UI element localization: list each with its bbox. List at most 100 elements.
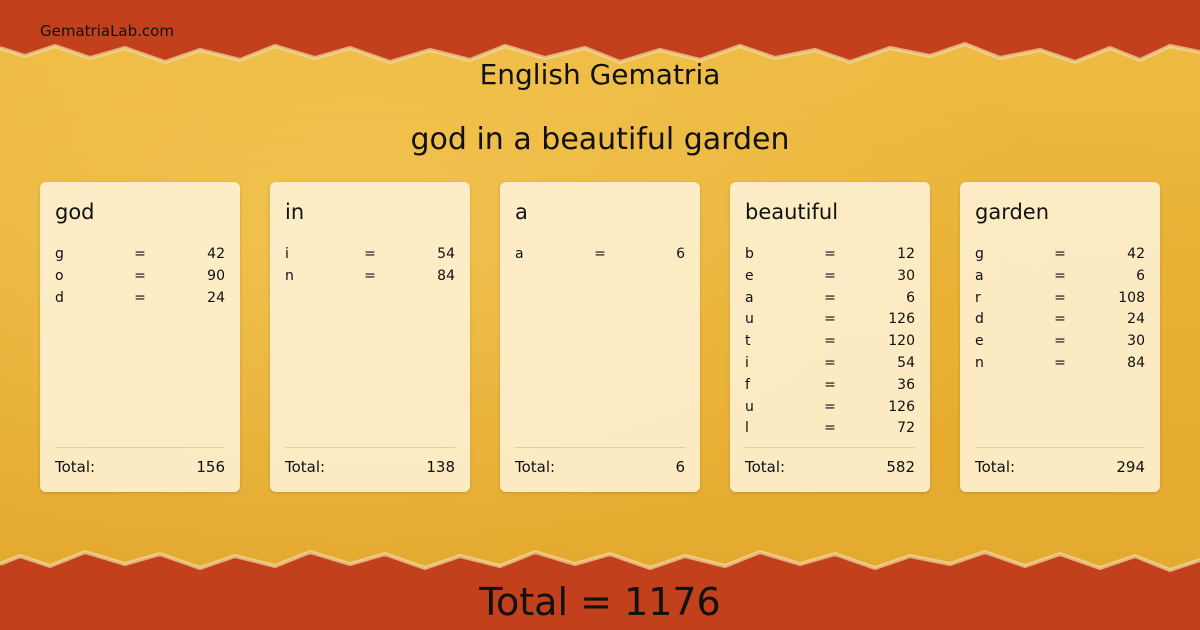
letter-row: e = 30 (745, 266, 915, 288)
letter-row: u = 126 (745, 309, 915, 331)
letter: i (285, 246, 289, 262)
letter-value: 84 (1127, 354, 1145, 371)
total-label: Total: (975, 458, 1016, 476)
letter-value: 126 (888, 311, 915, 328)
page-title: English Gematria (479, 58, 721, 91)
word-card-beautiful: beautiful b = 12 e = 30 a = 6 u = 126 t = 120 i = 54 f = 36 u =… (730, 182, 930, 492)
card-divider (975, 447, 1145, 448)
equals-sign: = (824, 354, 836, 371)
letter-row: n = 84 (975, 353, 1145, 375)
letter-value: 84 (437, 267, 455, 284)
letter-value: 30 (897, 267, 915, 284)
letter-values: i = 54 n = 84 (285, 244, 455, 288)
equals-sign: = (1054, 246, 1066, 262)
letter: l (745, 420, 749, 437)
equals-sign: = (364, 246, 376, 262)
card-total: Total: 156 (55, 458, 225, 476)
letter: e (975, 333, 984, 350)
word-card-in: in i = 54 n = 84 Total: 138 (270, 182, 470, 492)
letter: n (285, 267, 294, 284)
site-name[interactable]: GematriaLab.com (40, 22, 174, 40)
equals-sign: = (824, 333, 836, 350)
total-label: Total: (515, 458, 556, 476)
total-label: Total: (285, 458, 326, 476)
card-word: garden (975, 200, 1050, 224)
letter: u (745, 311, 754, 328)
letter: n (975, 354, 984, 371)
letter-row: g = 42 (55, 244, 225, 266)
card-total: Total: 138 (285, 458, 455, 476)
grand-total: Total = 1176 (479, 580, 721, 624)
letter-row: g = 42 (975, 244, 1145, 266)
letter: e (745, 267, 754, 284)
letter: g (55, 246, 64, 262)
letter-value: 54 (437, 246, 455, 262)
letter-value: 36 (897, 376, 915, 393)
letter-value: 24 (1127, 311, 1145, 328)
letter-row: r = 108 (975, 288, 1145, 310)
letter-value: 108 (1118, 289, 1145, 306)
letter-values: g = 42 a = 6 r = 108 d = 24 e = 30 n = 84 (975, 244, 1145, 375)
letter: a (515, 246, 524, 262)
card-total: Total: 294 (975, 458, 1145, 476)
equals-sign: = (824, 376, 836, 393)
word-card-a: a a = 6 Total: 6 (500, 182, 700, 492)
equals-sign: = (134, 289, 146, 306)
letter-value: 126 (888, 398, 915, 415)
letter-row: l = 72 (745, 418, 915, 440)
letter-row: i = 54 (745, 353, 915, 375)
letter: d (975, 311, 984, 328)
equals-sign: = (1054, 267, 1066, 284)
total-value: 138 (426, 458, 455, 476)
letter: g (975, 246, 984, 262)
equals-sign: = (824, 311, 836, 328)
letter-value: 12 (897, 246, 915, 262)
letter: b (745, 246, 754, 262)
card-divider (515, 447, 685, 448)
total-value: 6 (675, 458, 685, 476)
letter-value: 42 (1127, 246, 1145, 262)
letter: a (745, 289, 754, 306)
equals-sign: = (1054, 354, 1066, 371)
card-divider (285, 447, 455, 448)
letter-row: t = 120 (745, 331, 915, 353)
letter-value: 72 (897, 420, 915, 437)
letter: o (55, 267, 64, 284)
letter-value: 54 (897, 354, 915, 371)
letter: i (745, 354, 749, 371)
letter-value: 120 (888, 333, 915, 350)
letter-row: a = 6 (515, 244, 685, 266)
equals-sign: = (364, 267, 376, 284)
letter-values: b = 12 e = 30 a = 6 u = 126 t = 120 i = 54 f = 36 u = 126 l = 72 (745, 244, 915, 440)
total-value: 582 (886, 458, 915, 476)
letter-value: 6 (906, 289, 915, 306)
total-label: Total: (55, 458, 96, 476)
letter-row: a = 6 (975, 266, 1145, 288)
letter: f (745, 376, 750, 393)
letter-value: 30 (1127, 333, 1145, 350)
letter-value: 90 (207, 267, 225, 284)
letter-values: a = 6 (515, 244, 685, 266)
letter: a (975, 267, 984, 284)
card-word: beautiful (745, 200, 839, 224)
word-card-garden: garden g = 42 a = 6 r = 108 d = 24 e = 30 n = 84 Total: 294 (960, 182, 1160, 492)
equals-sign: = (134, 267, 146, 284)
equals-sign: = (824, 267, 836, 284)
equals-sign: = (824, 398, 836, 415)
equals-sign: = (1054, 311, 1066, 328)
card-word: in (285, 200, 305, 224)
letter-value: 42 (207, 246, 225, 262)
letter-row: f = 36 (745, 375, 915, 397)
letter-value: 24 (207, 289, 225, 306)
letter-row: a = 6 (745, 288, 915, 310)
card-word: a (515, 200, 528, 224)
equals-sign: = (594, 246, 606, 262)
letter-row: o = 90 (55, 266, 225, 288)
letter: u (745, 398, 754, 415)
letter-row: e = 30 (975, 331, 1145, 353)
total-value: 156 (196, 458, 225, 476)
equals-sign: = (134, 246, 146, 262)
card-divider (55, 447, 225, 448)
letter: d (55, 289, 64, 306)
letter-row: n = 84 (285, 266, 455, 288)
